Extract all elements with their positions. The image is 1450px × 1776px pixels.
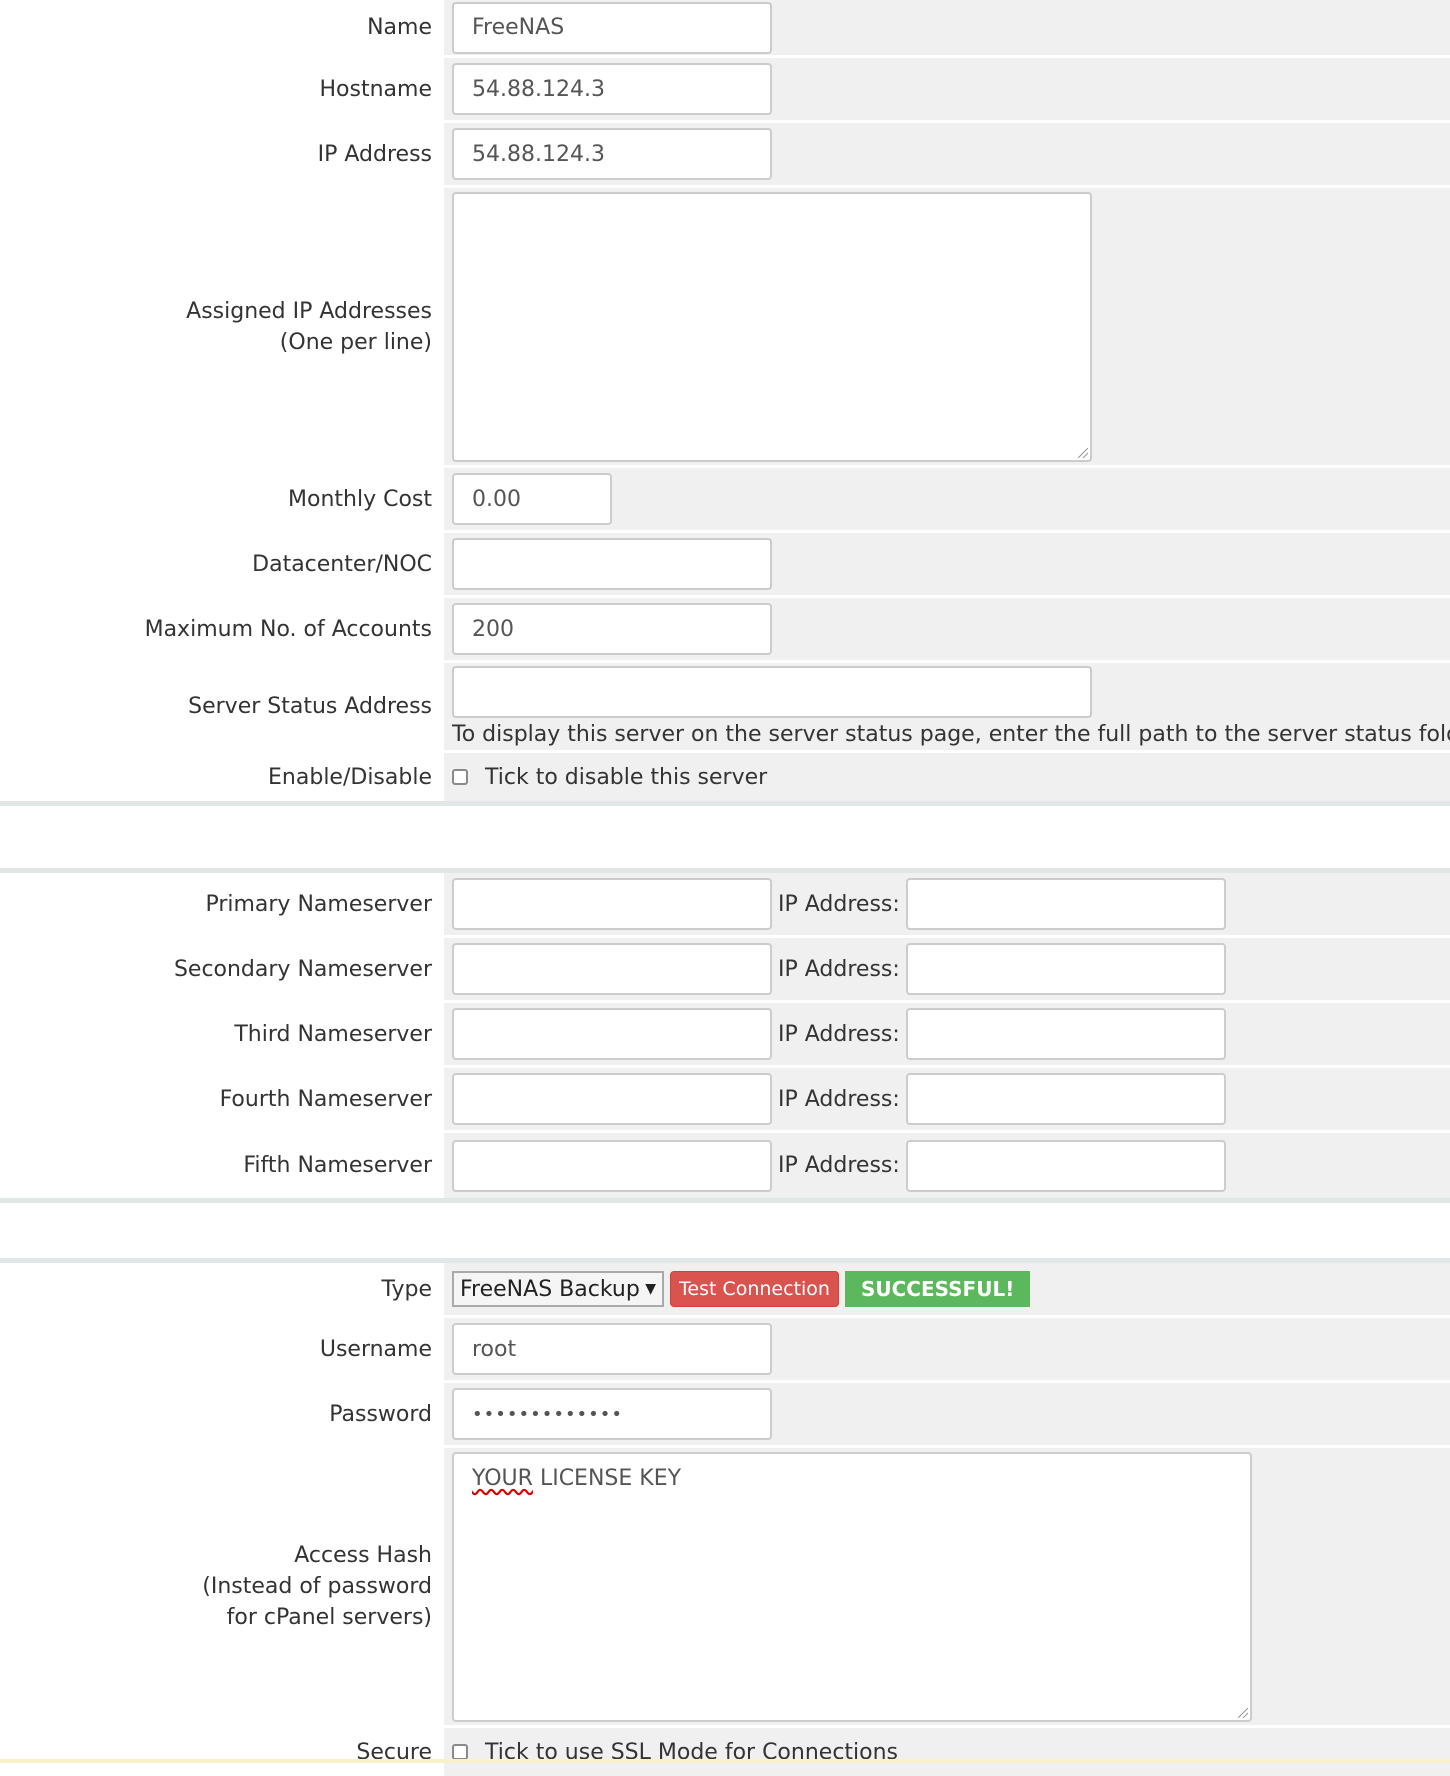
ip-address-input[interactable]: 54.88.124.3 [452,128,772,180]
status-address-input[interactable] [452,666,1092,718]
name-label: Name [0,0,444,55]
nameserver-input[interactable] [452,1139,772,1192]
access-hash-label-line3: for cPanel servers) [226,1605,432,1630]
disable-checkbox[interactable] [452,769,468,785]
assigned-ips-textarea[interactable] [452,191,1092,462]
server-details-table: Name FreeNAS Hostname 54.88.124.3 IP Add… [0,0,1450,806]
name-input[interactable]: FreeNAS [452,1,772,54]
disable-checkbox-text: Tick to disable this server [485,764,768,790]
assigned-ips-label-line1: Assigned IP Addresses [186,298,432,324]
max-accounts-row: Maximum No. of Accounts 200 [0,598,1450,663]
assigned-ips-label-line2: (One per line) [279,329,432,355]
access-hash-textarea[interactable]: YOUR LICENSE KEY [452,1451,1252,1722]
nameserver-label: Fifth Nameserver [0,1133,444,1198]
secure-checkbox[interactable] [452,1744,468,1760]
nameserver-ip-input[interactable] [905,1073,1226,1125]
nameserver-input[interactable] [452,878,772,930]
nameserver-label: Fourth Nameserver [0,1068,444,1130]
nameserver-row: Secondary Nameserver IP Address: [0,938,1450,1003]
nameserver-row: Third Nameserver IP Address: [0,1003,1450,1068]
access-hash-label-line1: Access Hash [294,1543,432,1568]
datacenter-label: Datacenter/NOC [0,533,444,595]
nameserver-row: Primary Nameserver IP Address: [0,873,1450,938]
access-hash-row: Access Hash (Instead of password for cPa… [0,1448,1450,1728]
datacenter-row: Datacenter/NOC [0,533,1450,598]
status-address-row: Server Status Address To display this se… [0,663,1450,753]
nameserver-input[interactable] [452,1073,772,1125]
ip-address-label: IP Address [0,123,444,185]
hostname-input[interactable]: 54.88.124.3 [452,63,772,115]
nameserver-ip-label: IP Address: [778,956,900,982]
max-accounts-label: Maximum No. of Accounts [0,598,444,660]
assigned-ips-row: Assigned IP Addresses (One per line) [0,188,1450,468]
nameserver-row: Fourth Nameserver IP Address: [0,1068,1450,1133]
hostname-row: Hostname 54.88.124.3 [0,58,1450,123]
ip-address-row: IP Address 54.88.124.3 [0,123,1450,188]
username-input[interactable]: root [452,1323,772,1375]
monthly-cost-input[interactable]: 0.00 [452,473,612,525]
nameserver-ip-label: IP Address: [778,1021,900,1047]
test-connection-button[interactable]: Test Connection [670,1271,839,1307]
type-label: Type [0,1263,444,1315]
nameserver-ip-label: IP Address: [778,1153,900,1178]
nameserver-label: Secondary Nameserver [0,938,444,1000]
enable-disable-row: Enable/Disable Tick to disable this serv… [0,753,1450,801]
nameserver-ip-label: IP Address: [778,1086,900,1112]
nameserver-ip-input[interactable] [905,1139,1226,1192]
secure-label: Secure [0,1728,444,1776]
type-select-value: FreeNAS Backup [460,1276,640,1302]
type-select[interactable]: FreeNAS Backup ▼ [452,1271,664,1307]
hostname-label: Hostname [0,58,444,120]
success-badge: SUCCESSFUL! [844,1271,1031,1307]
nameserver-ip-input[interactable] [905,943,1226,995]
nameservers-table: Primary Nameserver IP Address: Secondary… [0,868,1450,1203]
access-hash-label: Access Hash (Instead of password for cPa… [0,1448,444,1725]
dropdown-arrow-icon: ▼ [645,1281,656,1297]
nameserver-input[interactable] [452,1008,772,1060]
type-row: Type FreeNAS Backup ▼ Test Connection SU… [0,1263,1450,1318]
access-hash-label-line2: (Instead of password [202,1574,432,1599]
assigned-ips-label: Assigned IP Addresses (One per line) [0,188,444,465]
username-row: Username root [0,1318,1450,1383]
monthly-cost-label: Monthly Cost [0,468,444,530]
password-label: Password [0,1383,444,1445]
secure-row: Secure Tick to use SSL Mode for Connecti… [0,1728,1450,1776]
access-hash-text-part1: YOUR [472,1465,533,1491]
datacenter-input[interactable] [452,538,772,590]
username-label: Username [0,1318,444,1380]
bottom-edge-strip [0,1759,1450,1763]
max-accounts-input[interactable]: 200 [452,603,772,655]
password-row: Password ••••••••••••• [0,1383,1450,1448]
resize-grip-icon[interactable] [1238,1707,1248,1718]
status-address-help: To display this server on the server sta… [452,722,1450,747]
status-address-label: Server Status Address [0,663,444,750]
nameserver-input[interactable] [452,943,772,995]
name-row: Name FreeNAS [0,0,1450,58]
nameserver-ip-label: IP Address: [778,891,900,917]
nameserver-label: Primary Nameserver [0,873,444,935]
nameserver-row: Fifth Nameserver IP Address: [0,1133,1450,1198]
nameserver-ip-input[interactable] [905,878,1226,930]
access-hash-text-part2: LICENSE KEY [532,1465,682,1491]
monthly-cost-row: Monthly Cost 0.00 [0,468,1450,533]
resize-grip-icon[interactable] [1078,447,1088,458]
password-input[interactable]: ••••••••••••• [452,1388,772,1440]
nameserver-label: Third Nameserver [0,1003,444,1065]
module-settings-table: Type FreeNAS Backup ▼ Test Connection SU… [0,1258,1450,1776]
nameserver-ip-input[interactable] [905,1008,1226,1060]
enable-disable-label: Enable/Disable [0,753,444,801]
